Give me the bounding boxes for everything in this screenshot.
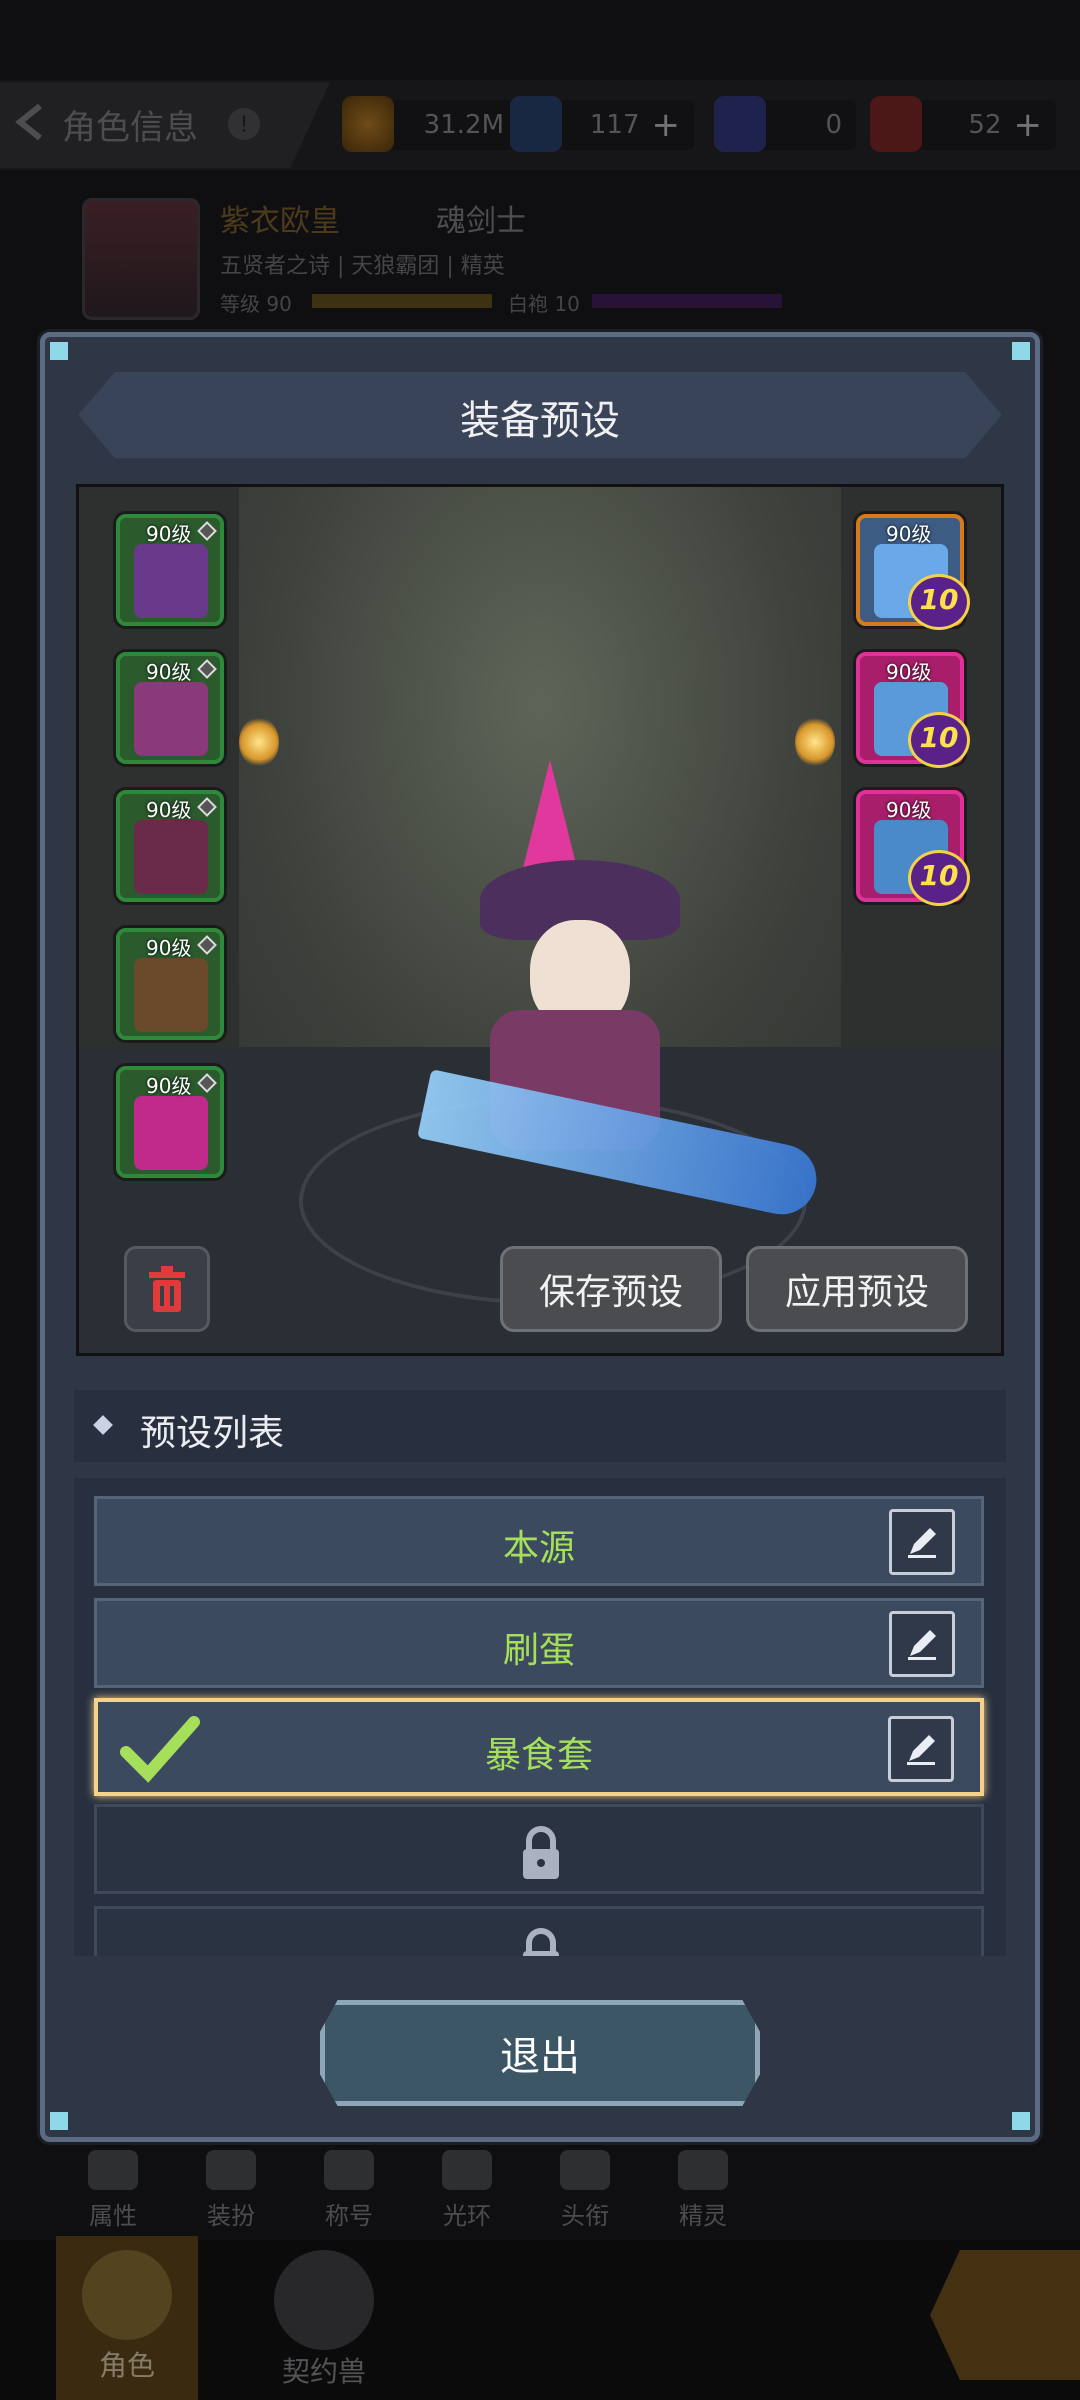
- preset-row[interactable]: 刷蛋: [94, 1598, 984, 1688]
- edit-preset-button[interactable]: [888, 1716, 954, 1782]
- preset-label: 本源: [502, 1528, 575, 1569]
- equip-slot-cape[interactable]: 90级: [116, 1066, 224, 1178]
- pencil-icon: [908, 1630, 936, 1660]
- gloves-icon: [134, 958, 208, 1032]
- preset-row-selected[interactable]: 暴食套: [94, 1698, 984, 1796]
- preset-label: 暴食套: [484, 1735, 593, 1776]
- armor-icon: [134, 682, 208, 756]
- corner-ornament: [1012, 2112, 1030, 2130]
- equip-slot-pants[interactable]: 90级: [116, 790, 224, 902]
- apply-preset-button[interactable]: 应用预设: [746, 1246, 968, 1332]
- equip-slot-weapon[interactable]: 90级 10: [856, 514, 970, 630]
- pants-icon: [134, 820, 208, 894]
- gem-socket-icon: [197, 521, 217, 541]
- equip-slot-hat[interactable]: 90级: [116, 514, 224, 626]
- torch-icon: [795, 717, 835, 767]
- exit-button[interactable]: 退出: [320, 2000, 760, 2106]
- equip-slot-armor[interactable]: 90级: [116, 652, 224, 764]
- equip-slot-accessory-2[interactable]: 90级 10: [856, 790, 970, 906]
- lock-icon: [523, 1826, 559, 1879]
- delete-preset-button[interactable]: [124, 1246, 210, 1332]
- slot-level: 90级: [146, 936, 192, 960]
- slot-level: 90级: [146, 1074, 192, 1098]
- enhance-badge: 10: [908, 850, 970, 906]
- preset-list-title: 预设列表: [140, 1413, 285, 1454]
- torch-icon: [239, 717, 279, 767]
- preset-row-locked[interactable]: [94, 1906, 984, 1956]
- preset-row[interactable]: 本源: [94, 1496, 984, 1586]
- preset-list-clip: [74, 1900, 1006, 1956]
- slot-level: 90级: [146, 798, 192, 822]
- trash-icon: [149, 1266, 185, 1312]
- hat-icon: [134, 544, 208, 618]
- edit-preset-button[interactable]: [889, 1611, 955, 1677]
- slot-level: 90级: [886, 522, 932, 546]
- enhance-badge: 10: [908, 574, 970, 630]
- gem-socket-icon: [197, 797, 217, 817]
- slot-level: 90级: [886, 798, 932, 822]
- slot-level: 90级: [146, 660, 192, 684]
- lock-icon: [523, 1928, 559, 1956]
- save-preset-button[interactable]: 保存预设: [500, 1246, 722, 1332]
- cape-icon: [134, 1096, 208, 1170]
- preset-row-locked[interactable]: [94, 1804, 984, 1894]
- corner-ornament: [1012, 342, 1030, 360]
- gem-socket-icon: [197, 1073, 217, 1093]
- pencil-icon: [907, 1735, 935, 1765]
- equip-slot-accessory-1[interactable]: 90级 10: [856, 652, 970, 768]
- enhance-badge: 10: [908, 712, 970, 768]
- equip-slot-gloves[interactable]: 90级: [116, 928, 224, 1040]
- edit-preset-button[interactable]: [889, 1509, 955, 1575]
- preset-label: 刷蛋: [502, 1630, 575, 1671]
- corner-ornament: [50, 2112, 68, 2130]
- gem-socket-icon: [197, 935, 217, 955]
- pencil-icon: [908, 1528, 936, 1558]
- gem-socket-icon: [197, 659, 217, 679]
- corner-ornament: [50, 342, 68, 360]
- dialog-title: 装备预设: [460, 398, 620, 444]
- slot-level: 90级: [886, 660, 932, 684]
- slot-level: 90级: [146, 522, 192, 546]
